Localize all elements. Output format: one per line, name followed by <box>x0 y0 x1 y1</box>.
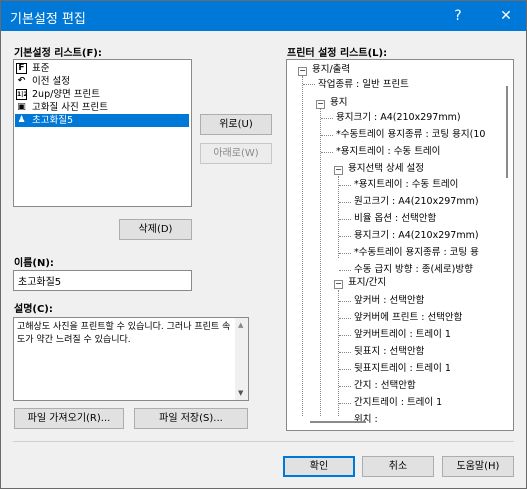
horizontal-scrollbar-thumb[interactable] <box>310 421 366 423</box>
tree-line <box>339 301 351 302</box>
tree-item[interactable]: 위치 : <box>354 413 378 427</box>
photo-icon: ▣ <box>17 102 26 112</box>
collapse-toggle-icon[interactable]: − <box>316 100 325 109</box>
preset-list-label: 기본설정 리스트(F): <box>14 48 102 59</box>
description-field[interactable]: 고해상도 사진을 프린트할 수 있습니다. 그러나 프린트 속도가 약간 느려질… <box>13 317 249 401</box>
printer-settings-label: 프린터 설정 리스트(L): <box>287 48 388 59</box>
list-item[interactable]: 1|2 2up/양면 프린트 <box>15 88 189 101</box>
list-item-label: 이전 설정 <box>32 76 70 87</box>
tree-item[interactable]: 용지 <box>330 96 347 110</box>
list-item-label: 초고화질5 <box>32 115 74 126</box>
list-item-selected[interactable]: ♟ 초고화질5 <box>15 114 189 127</box>
vertical-scrollbar-thumb[interactable] <box>506 86 508 178</box>
tree-item[interactable]: 용지크기 : A4(210x297mm) <box>354 229 479 243</box>
list-item-label: 표준 <box>32 63 50 74</box>
preset-list[interactable]: F 표준 ↶ 이전 설정 1|2 2up/양면 프린트 ▣ 고화질 사진 프린트… <box>13 59 192 207</box>
tree-item[interactable]: 용지크기 : A4(210x297mm) <box>336 111 461 125</box>
tree-line <box>339 202 351 203</box>
collapse-toggle-icon[interactable]: − <box>334 166 343 175</box>
tree-item[interactable]: 앞커버에 프린트 : 선택안함 <box>354 311 462 325</box>
standard-preset-icon: F <box>16 63 27 74</box>
name-label: 이름(N): <box>14 258 54 269</box>
tree-item[interactable]: *용지트레이 : 수동 트레이 <box>354 178 458 192</box>
tree-line <box>339 253 351 254</box>
list-item[interactable]: ↶ 이전 설정 <box>15 75 189 88</box>
tree-line <box>339 335 351 336</box>
delete-button[interactable]: 삭제(D) <box>119 219 192 240</box>
cancel-button[interactable]: 취소 <box>362 456 434 477</box>
tree-item[interactable]: 간지트레이 : 트레이 1 <box>354 396 442 410</box>
save-file-button[interactable]: 파일 저장(S)... <box>134 408 248 429</box>
tree-item[interactable]: 앞커버트레이 : 트레이 1 <box>354 328 451 342</box>
list-item[interactable]: ▣ 고화질 사진 프린트 <box>15 101 189 114</box>
undo-icon: ↶ <box>17 76 26 86</box>
printer-settings-tree[interactable]: − 용지/출력 작업종류 : 일반 프린트 − 용지 용지크기 : A4(210… <box>286 59 514 431</box>
tree-line <box>302 76 303 416</box>
list-item-label: 고화질 사진 프린트 <box>32 102 108 113</box>
tree-line <box>321 152 333 153</box>
tree-item[interactable]: 작업종류 : 일반 프린트 <box>318 78 409 92</box>
tree-line <box>339 219 351 220</box>
tree-line <box>339 236 351 237</box>
title-bar: 기본설정 편집 ? ✕ <box>1 1 526 31</box>
move-down-button[interactable]: 아래로(W) <box>200 143 272 164</box>
tree-item[interactable]: 원고크기 : A4(210x297mm) <box>354 195 479 209</box>
collapse-toggle-icon[interactable]: − <box>298 67 307 76</box>
tree-item[interactable]: *용지트레이 : 수동 트레이 <box>336 145 440 159</box>
tree-item[interactable]: 비율 옵션 : 선택안함 <box>354 212 436 226</box>
2up-icon: 1|2 <box>16 89 28 100</box>
tree-line <box>321 135 333 136</box>
tree-line <box>339 386 351 387</box>
tree-item[interactable]: 수동 급지 방향 : 종(세로)방향 <box>354 263 473 277</box>
tree-line <box>339 369 351 370</box>
move-up-button[interactable]: 위로(U) <box>200 114 272 135</box>
list-item[interactable]: F 표준 <box>15 62 189 75</box>
tree-item[interactable]: 표지/간지 <box>348 276 386 290</box>
import-file-button[interactable]: 파일 가져오기(R)... <box>14 408 124 429</box>
description-scrollbar[interactable]: ▲ ▼ <box>235 318 248 400</box>
list-item-label: 2up/양면 프린트 <box>32 89 101 100</box>
tree-item[interactable]: 용지/출력 <box>312 63 350 77</box>
tree-line <box>339 270 351 271</box>
help-button[interactable]: 도움말(H) <box>442 456 514 477</box>
tree-line <box>321 118 333 119</box>
window-title: 기본설정 편집 <box>10 12 86 27</box>
tree-line <box>339 352 351 353</box>
name-field[interactable] <box>13 270 192 291</box>
scroll-down-icon: ▼ <box>238 389 244 397</box>
tree-line <box>338 176 339 258</box>
tree-line <box>338 290 339 416</box>
tree-item[interactable]: 간지 : 선택안함 <box>354 379 416 393</box>
footer-divider <box>13 441 514 442</box>
tree-item[interactable]: *수동트레이 용지종류 : 코팅 용 <box>354 246 479 260</box>
close-button[interactable]: ✕ <box>489 1 523 31</box>
tree-line <box>339 318 351 319</box>
tree-line <box>339 403 351 404</box>
user-preset-icon: ♟ <box>17 115 26 125</box>
dialog-window: 기본설정 편집 ? ✕ 기본설정 리스트(F): F 표준 ↶ 이전 설정 1|… <box>0 0 527 489</box>
tree-line <box>303 84 315 85</box>
tree-line <box>339 185 351 186</box>
ok-button[interactable]: 확인 <box>283 456 355 477</box>
tree-item[interactable]: *수동트레이 용지종류 : 코팅 용지(10 <box>336 128 485 142</box>
collapse-toggle-icon[interactable]: − <box>334 280 343 289</box>
help-title-button[interactable]: ? <box>441 1 475 31</box>
tree-item[interactable]: 용지선택 상세 설정 <box>348 162 424 176</box>
tree-item[interactable]: 앞커버 : 선택안함 <box>354 294 424 308</box>
tree-item[interactable]: 뒷표지트레이 : 트레이 1 <box>354 362 451 376</box>
scroll-up-icon: ▲ <box>238 321 244 329</box>
description-text: 고해상도 사진을 프린트할 수 있습니다. 그러나 프린트 속도가 약간 느려질… <box>17 322 231 345</box>
description-label: 설명(C): <box>14 304 53 315</box>
tree-item[interactable]: 뒷표지 : 선택안함 <box>354 345 424 359</box>
